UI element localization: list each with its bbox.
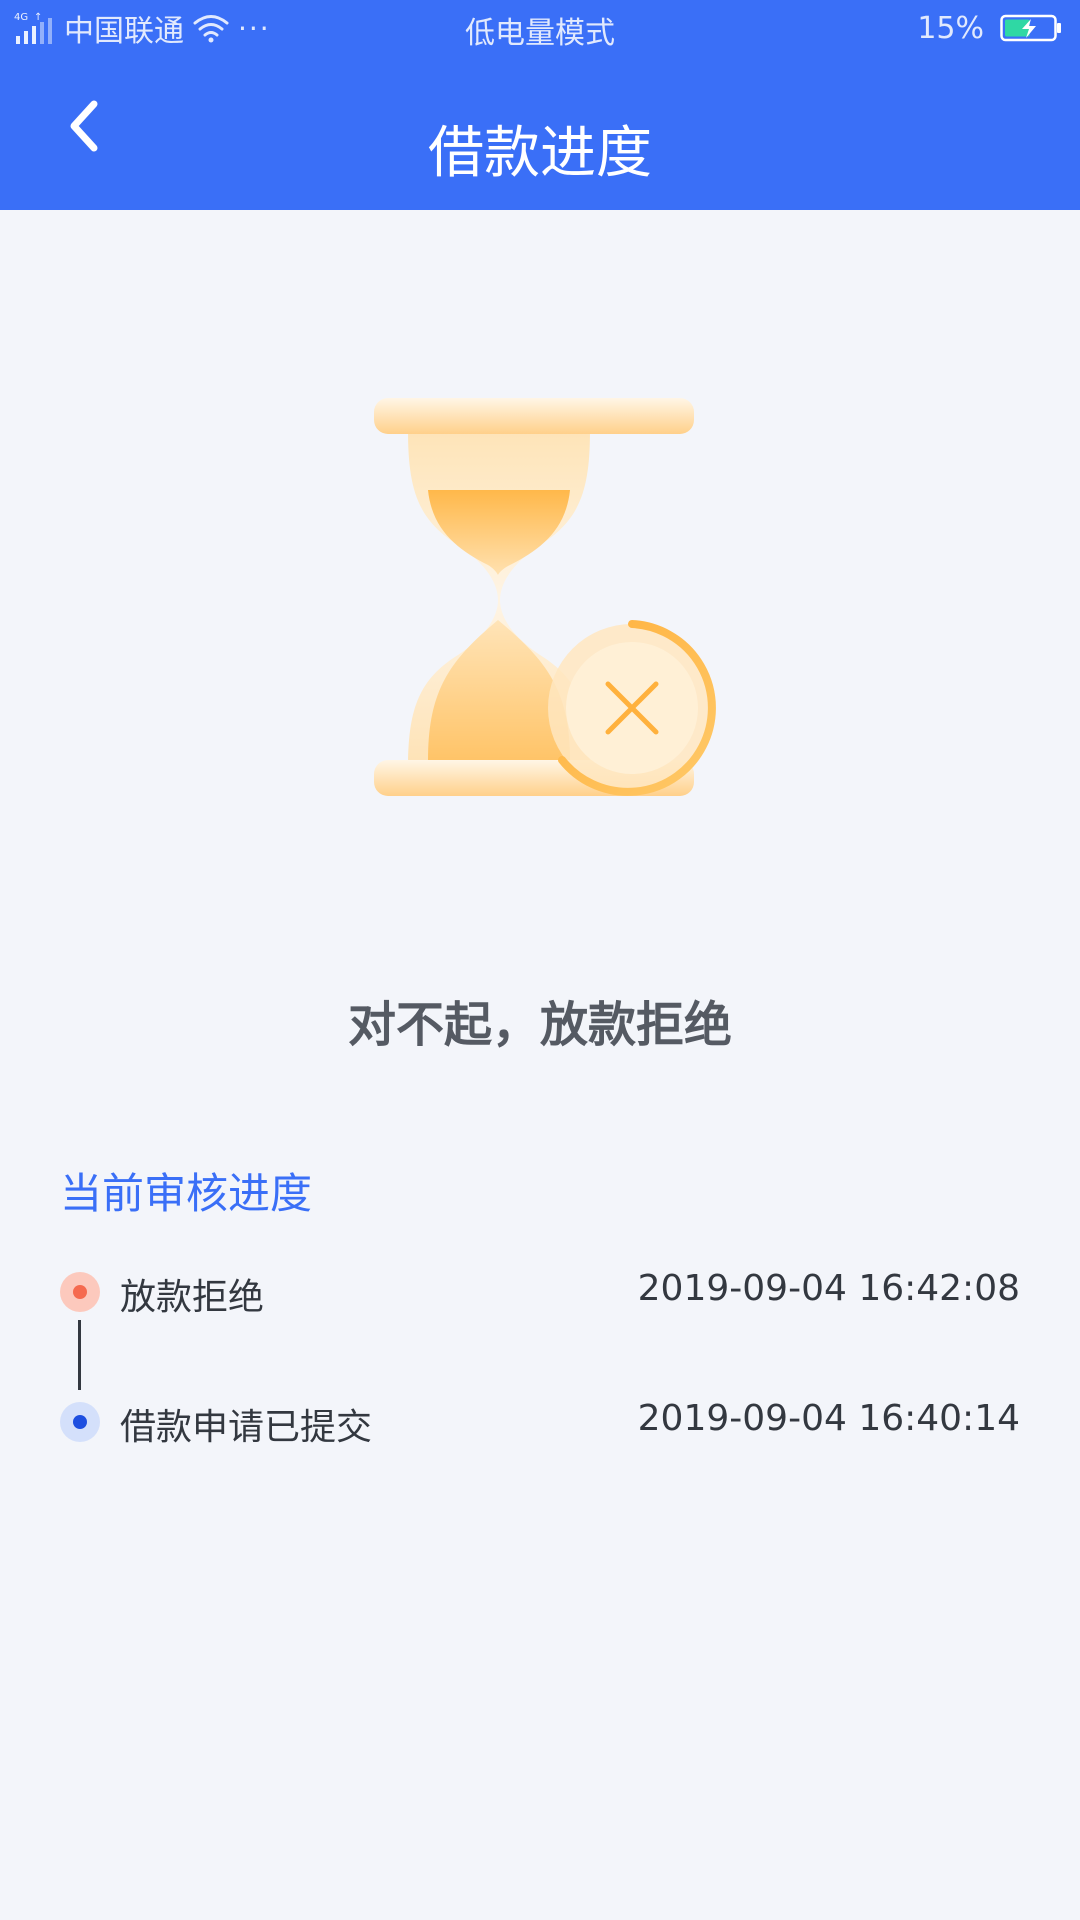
result-message: 对不起，放款拒绝 [347,997,732,1053]
reject-status-dot [60,1272,100,1312]
battery-percent: 15% [917,10,984,46]
hourglass-reject-icon [374,398,716,796]
step-label: 放款拒绝 [120,1277,265,1318]
timeline-connector [78,1320,81,1390]
step-time: 2019-09-04 16:40:14 [637,1398,1020,1439]
status-right: 15% [917,8,1062,48]
step-time: 2019-09-04 16:42:08 [637,1268,1020,1309]
progress-section-title: 当前审核进度 [60,1169,313,1218]
submit-status-dot [60,1402,100,1442]
screen: 4G ↑ 中国联通 ··· 低电量模式 15% 借款进度 对不起，放款拒绝 当前… [0,0,1080,1920]
header: 4G ↑ 中国联通 ··· 低电量模式 15% 借款进度 [0,0,1080,210]
status-bar: 4G ↑ 中国联通 ··· 低电量模式 15% [0,0,1080,56]
step-label: 借款申请已提交 [120,1407,373,1448]
timeline-step-rejected: 放款拒绝 2019-09-04 16:42:08 [0,1260,1080,1324]
battery-charging-icon [1000,14,1061,42]
nav-bar: 借款进度 [0,56,1080,210]
page-title: 借款进度 [428,121,652,186]
timeline-step-submitted: 借款申请已提交 2019-09-04 16:40:14 [0,1390,1080,1454]
